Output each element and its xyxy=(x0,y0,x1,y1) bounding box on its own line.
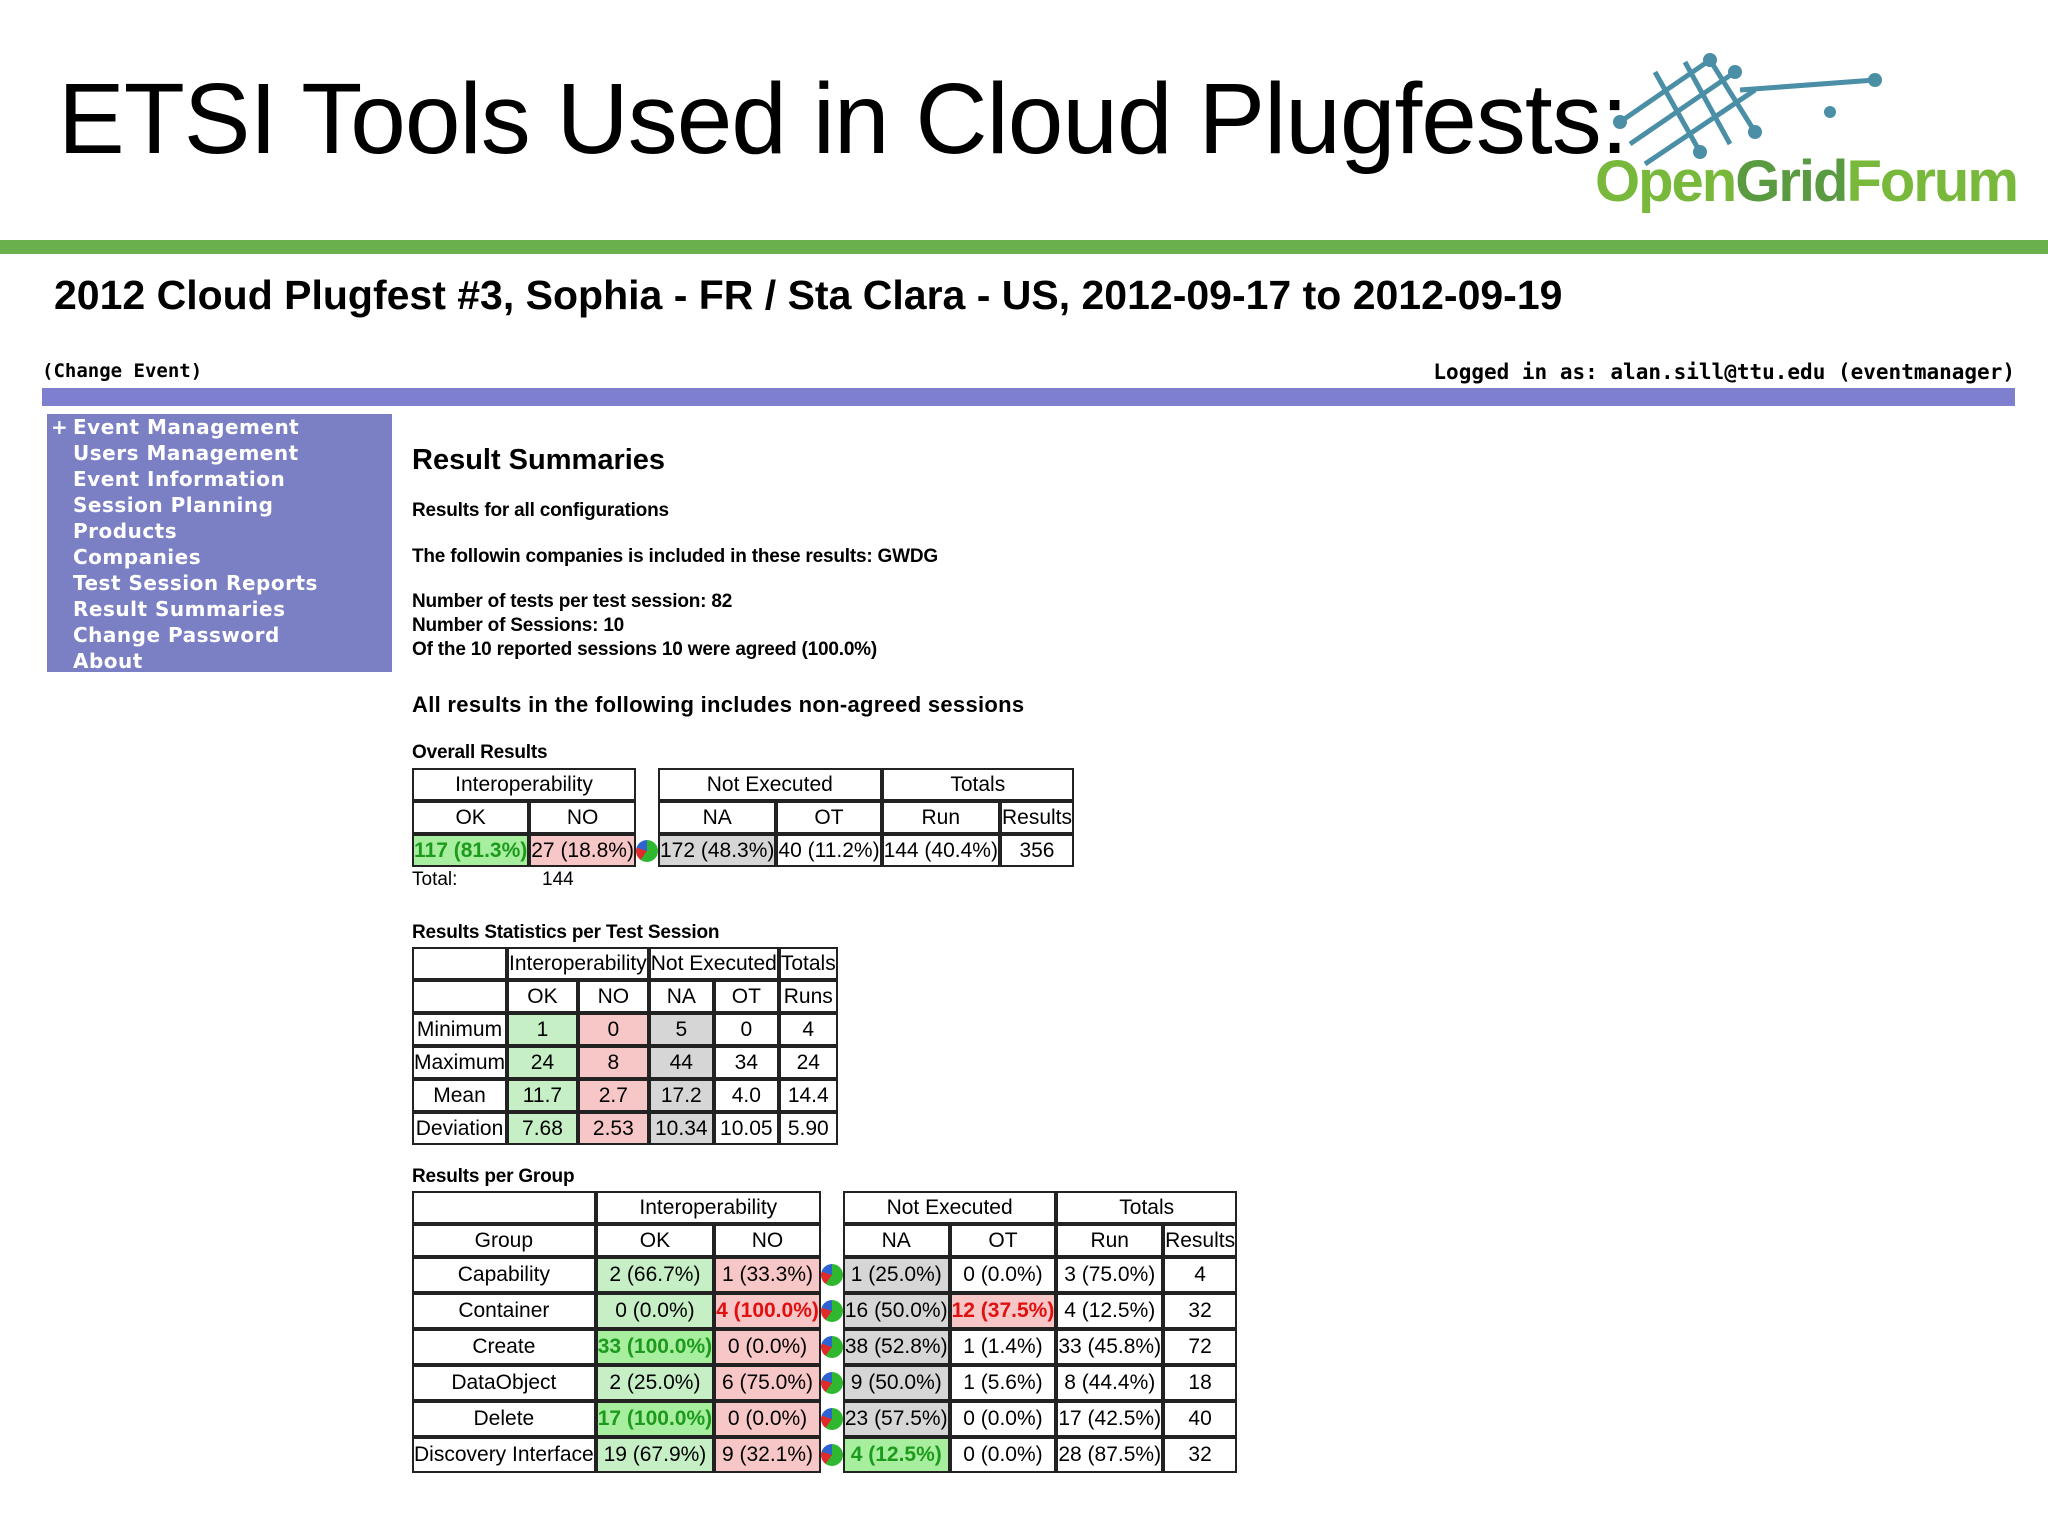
stats-header-no: NO xyxy=(577,980,649,1013)
change-event-link[interactable]: (Change Event) xyxy=(42,360,202,382)
total-label: Total: xyxy=(412,869,458,890)
sidebar-menu: + Event Management Users Management Event… xyxy=(47,414,392,674)
pie-chart-icon[interactable] xyxy=(820,1408,843,1431)
group-row-container: Container 0 (0.0%) 4 (100.0%) 16 (50.0%) 12 … xyxy=(412,1293,1238,1329)
group-row-discovery-interface: Discovery Interface 19 (67.9%) 9 (32.1%) 4 … xyxy=(412,1437,1238,1473)
stats-table: Interoperability Not Executed Totals OK … xyxy=(412,947,838,1145)
overall-ok: 117 (81.3%) xyxy=(412,834,530,867)
overall-results: 356 xyxy=(999,834,1074,867)
non-agreed-note: All results in the following includes no… xyxy=(412,692,1025,717)
overall-header-not-executed: Not Executed xyxy=(657,768,882,801)
pie-chart-icon[interactable] xyxy=(820,1336,843,1359)
pie-chart-icon[interactable] xyxy=(635,839,658,862)
sidebar-item-result-summaries[interactable]: Result Summaries xyxy=(47,596,392,622)
overall-run: 144 (40.4%) xyxy=(881,834,1000,867)
slide-title: ETSI Tools Used in Cloud Plugfests: xyxy=(58,63,1628,175)
overall-header-ot: OT xyxy=(776,801,882,834)
pie-chart-icon[interactable] xyxy=(820,1264,843,1287)
groups-header-ot: OT xyxy=(949,1224,1057,1257)
stats-row-maximum: Maximum 24 8 44 34 24 xyxy=(412,1046,838,1079)
results-scope: Results for all configurations xyxy=(412,500,669,521)
groups-header-no: NO xyxy=(714,1224,821,1257)
stats-header-not-executed: Not Executed xyxy=(648,947,779,980)
expand-icon[interactable]: + xyxy=(51,414,68,440)
groups-header-interop: Interoperability xyxy=(595,1191,821,1224)
overall-header-interop: Interoperability xyxy=(412,768,636,801)
header-divider xyxy=(0,240,2048,254)
overall-results-title: Overall Results xyxy=(412,742,548,763)
stats-header-runs: Runs xyxy=(778,980,838,1013)
groups-title: Results per Group xyxy=(412,1166,575,1187)
overall-header-totals: Totals xyxy=(881,768,1074,801)
groups-header-results: Results xyxy=(1163,1224,1238,1257)
overall-header-ok: OK xyxy=(412,801,530,834)
overall-na: 172 (48.3%) xyxy=(657,834,777,867)
companies-included: The followin companies is included in th… xyxy=(412,546,938,567)
total-value: 144 xyxy=(542,869,574,890)
groups-header-totals: Totals xyxy=(1056,1191,1238,1224)
groups-table: Interoperability Not Executed Totals Gro… xyxy=(412,1191,1238,1473)
sidebar-item-test-session-reports[interactable]: Test Session Reports xyxy=(47,570,392,596)
stats-header-interop: Interoperability xyxy=(507,947,649,980)
overall-header-na: NA xyxy=(657,801,777,834)
groups-header-na: NA xyxy=(842,1224,950,1257)
pie-chart-icon[interactable] xyxy=(820,1372,843,1395)
group-row-create: Create 33 (100.0%) 0 (0.0%) 38 (52.8%) 1 (1.… xyxy=(412,1329,1238,1365)
stats-row-mean: Mean 11.7 2.7 17.2 4.0 14.4 xyxy=(412,1079,838,1112)
page-heading: Result Summaries xyxy=(412,444,666,476)
groups-header-ok: OK xyxy=(595,1224,715,1257)
stats-header-ot: OT xyxy=(713,980,779,1013)
top-nav-bar xyxy=(42,388,2015,406)
overall-header-no: NO xyxy=(529,801,636,834)
pie-chart-icon[interactable] xyxy=(820,1444,843,1467)
overall-header-run: Run xyxy=(881,801,1000,834)
sidebar-item-companies[interactable]: Companies xyxy=(47,544,392,570)
tests-per-session: Number of tests per test session: 82 xyxy=(412,591,733,612)
overall-header-results: Results xyxy=(999,801,1074,834)
sidebar-item-about[interactable]: About xyxy=(47,648,392,674)
groups-header-run: Run xyxy=(1056,1224,1164,1257)
groups-header-not-executed: Not Executed xyxy=(842,1191,1057,1224)
group-row-capability: Capability 2 (66.7%) 1 (33.3%) 1 (25.0%) 0 (… xyxy=(412,1257,1238,1293)
stats-header-na: NA xyxy=(648,980,714,1013)
agreed-sessions: Of the 10 reported sessions 10 were agre… xyxy=(412,639,878,660)
sidebar-item-event-management[interactable]: + Event Management xyxy=(47,414,392,440)
logged-in-status: Logged in as: alan.sill@ttu.edu (eventma… xyxy=(1433,360,2015,384)
groups-header-group: Group xyxy=(412,1224,596,1257)
sidebar-item-session-planning[interactable]: Session Planning xyxy=(47,492,392,518)
pie-chart-icon[interactable] xyxy=(820,1300,843,1323)
sidebar-item-products[interactable]: Products xyxy=(47,518,392,544)
stats-title: Results Statistics per Test Session xyxy=(412,922,720,943)
stats-header-ok: OK xyxy=(507,980,578,1013)
group-row-dataobject: DataObject 2 (25.0%) 6 (75.0%) 9 (50.0%) 1 (… xyxy=(412,1365,1238,1401)
number-of-sessions: Number of Sessions: 10 xyxy=(412,615,625,636)
overall-ot: 40 (11.2%) xyxy=(776,834,882,867)
stats-row-deviation: Deviation 7.68 2.53 10.34 10.05 5.90 xyxy=(412,1112,838,1145)
ogf-logo-text: OpenGridForum xyxy=(1595,149,2019,214)
event-title: 2012 Cloud Plugfest #3, Sophia - FR / St… xyxy=(54,272,1563,318)
overall-results-table: Interoperability Not Executed Totals OK … xyxy=(412,768,1074,867)
group-row-delete: Delete 17 (100.0%) 0 (0.0%) 23 (57.5%) 0 (0.… xyxy=(412,1401,1238,1437)
sidebar-item-users-management[interactable]: Users Management xyxy=(47,440,392,466)
result-summaries-app: 2012 Cloud Plugfest #3, Sophia - FR / St… xyxy=(40,268,2015,1490)
stats-row-minimum: Minimum 1 0 5 0 4 xyxy=(412,1013,838,1046)
stats-header-totals: Totals xyxy=(778,947,838,980)
sidebar-item-change-password[interactable]: Change Password xyxy=(47,622,392,648)
overall-no: 27 (18.8%) xyxy=(529,834,636,867)
sidebar-item-event-information[interactable]: Event Information xyxy=(47,466,392,492)
